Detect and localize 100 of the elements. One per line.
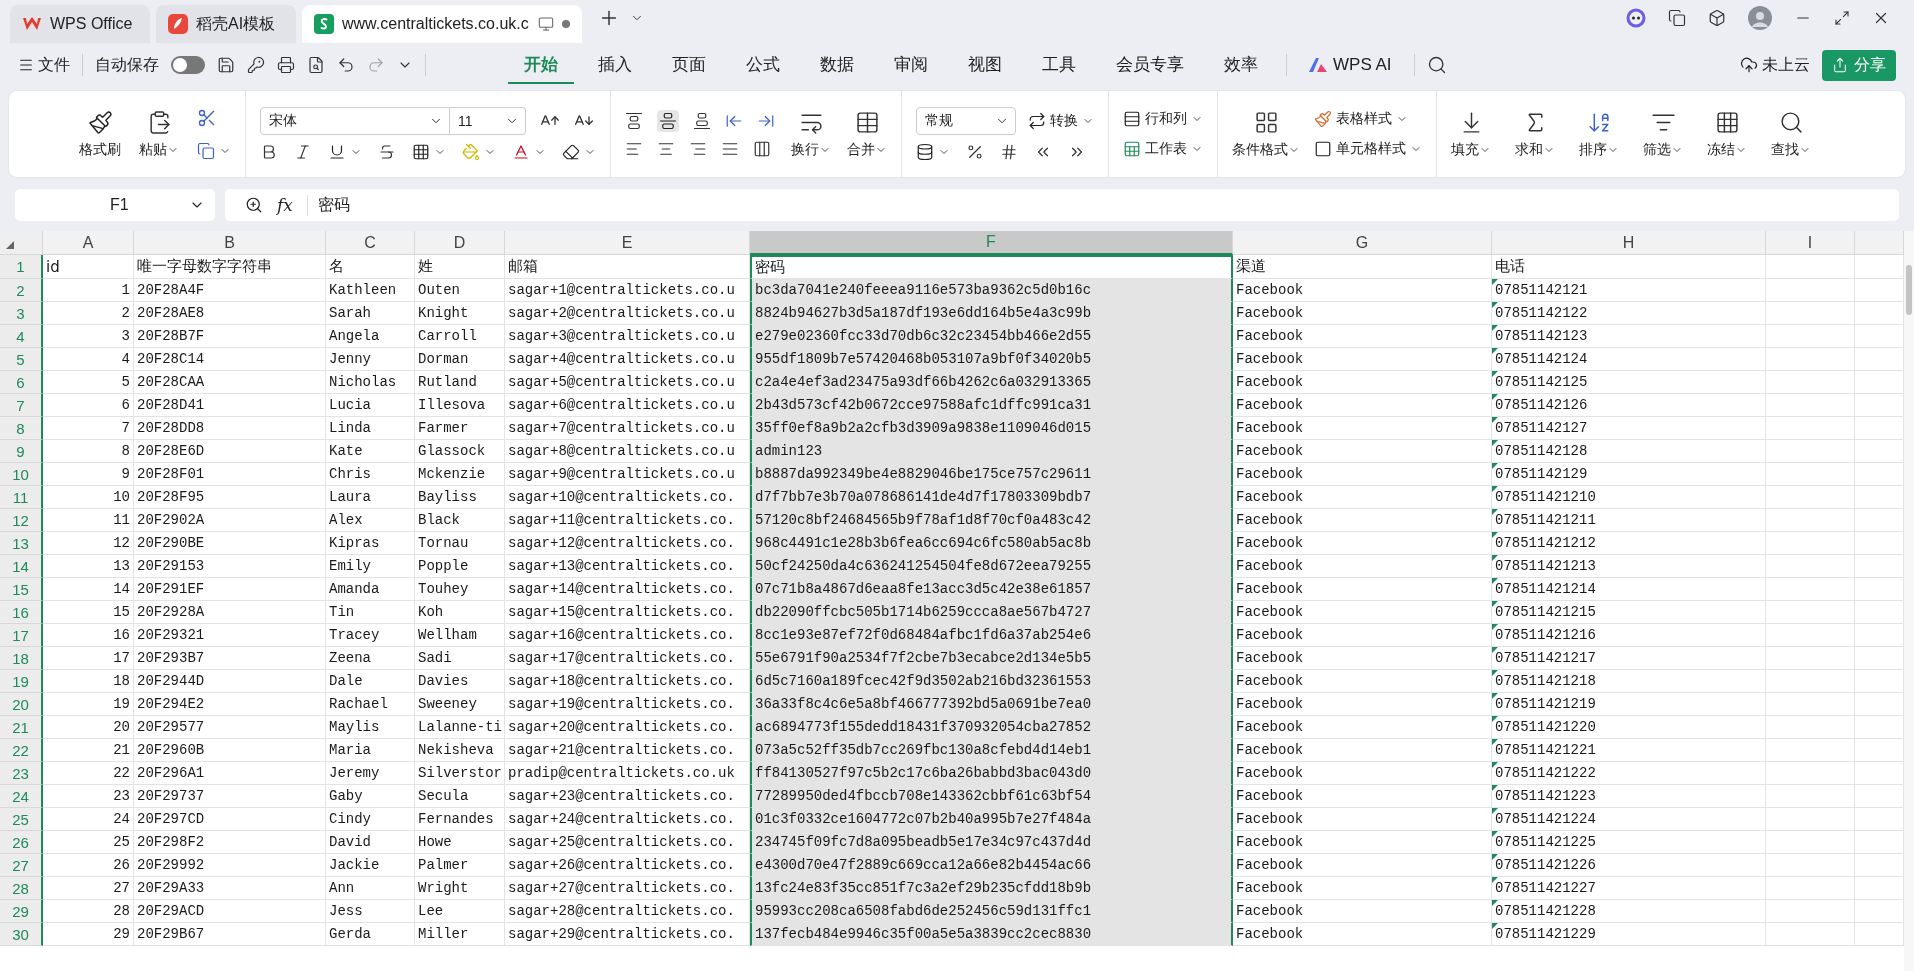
wrap-text-button[interactable]: 换行 <box>791 109 831 159</box>
ribbon-tab[interactable]: 插入 <box>582 46 648 84</box>
table-style-button[interactable]: 表格样式 <box>1314 110 1408 128</box>
ribbon-tab[interactable]: 页面 <box>656 46 722 84</box>
toolbar-button[interactable]: 查找 <box>1771 109 1811 159</box>
column-header[interactable]: A <box>43 231 134 255</box>
row-header[interactable]: 27 <box>0 854 43 877</box>
font-name-select[interactable]: 宋体 <box>260 107 450 135</box>
row-header[interactable]: 17 <box>0 624 43 647</box>
row-header[interactable]: 5 <box>0 348 43 371</box>
row-header[interactable]: 18 <box>0 647 43 670</box>
ribbon-tab[interactable]: 会员专享 <box>1100 46 1200 84</box>
borders-button[interactable] <box>412 143 446 161</box>
ribbon-tab[interactable]: 视图 <box>952 46 1018 84</box>
conditional-format-button[interactable]: 条件格式 <box>1232 109 1300 159</box>
scissors-icon[interactable] <box>197 108 217 128</box>
search-icon[interactable] <box>1426 55 1447 75</box>
underline-button[interactable] <box>328 143 362 161</box>
column-header[interactable]: H <box>1492 231 1766 255</box>
document-tab[interactable]: WPS Office <box>10 5 150 43</box>
align-center-icon[interactable] <box>657 140 675 158</box>
italic-icon[interactable] <box>294 143 312 161</box>
copy-button[interactable] <box>197 142 231 160</box>
number-format-select[interactable]: 常规 <box>916 107 1016 135</box>
formula-field[interactable]: fx 密码 <box>225 189 1899 221</box>
toolbar-button[interactable]: 排序 <box>1579 109 1619 159</box>
convert-button[interactable]: 转换 <box>1028 112 1094 130</box>
row-header[interactable]: 13 <box>0 532 43 555</box>
toolbar-button[interactable]: 填充 <box>1451 109 1491 159</box>
ribbon-tab[interactable]: 效率 <box>1208 46 1274 84</box>
column-header[interactable]: G <box>1233 231 1492 255</box>
row-header[interactable]: 7 <box>0 394 43 417</box>
percent-icon[interactable] <box>966 143 984 161</box>
ribbon-tab[interactable]: 工具 <box>1026 46 1092 84</box>
row-header[interactable]: 26 <box>0 831 43 854</box>
row-header[interactable]: 23 <box>0 762 43 785</box>
avatar-icon[interactable] <box>1748 5 1772 30</box>
align-top-icon[interactable] <box>625 112 643 130</box>
scrollbar[interactable] <box>1904 231 1914 971</box>
row-header[interactable]: 2 <box>0 279 43 302</box>
row-header[interactable]: 6 <box>0 371 43 394</box>
row-header[interactable]: 8 <box>0 417 43 440</box>
autosave-toggle[interactable] <box>171 56 205 74</box>
row-header[interactable]: 29 <box>0 900 43 923</box>
scrollbar-thumb[interactable] <box>1906 265 1912 315</box>
select-all-button[interactable] <box>0 231 43 255</box>
row-header[interactable]: 22 <box>0 739 43 762</box>
column-header[interactable]: C <box>326 231 415 255</box>
share-button[interactable]: 分享 <box>1822 49 1896 81</box>
ribbon-tab[interactable]: 审阅 <box>878 46 944 84</box>
cell-style-button[interactable]: 单元格样式 <box>1314 140 1422 158</box>
merge-button[interactable]: 合并 <box>847 109 887 159</box>
row-header[interactable]: 11 <box>0 486 43 509</box>
row-header[interactable]: 20 <box>0 693 43 716</box>
column-header[interactable]: I <box>1766 231 1855 255</box>
format-painter-button[interactable]: 格式刷 <box>79 109 121 159</box>
wps-ai-button[interactable]: WPS AI <box>1299 55 1402 75</box>
increase-indent-icon[interactable] <box>757 112 775 130</box>
row-header[interactable]: 10 <box>0 463 43 486</box>
undo-icon[interactable] <box>337 56 355 74</box>
paste-button[interactable]: 粘贴 <box>139 109 179 159</box>
font-size-select[interactable]: 11 <box>450 107 526 135</box>
decrease-indent-icon[interactable] <box>725 112 743 130</box>
column-header[interactable]: D <box>415 231 505 255</box>
row-header[interactable]: 19 <box>0 670 43 693</box>
toolbar-button[interactable]: 求和 <box>1515 109 1555 159</box>
strikethrough-icon[interactable] <box>378 143 396 161</box>
cloud-upload-button[interactable]: 未上云 <box>1740 54 1810 76</box>
font-color-button[interactable] <box>512 143 546 161</box>
restore-icon[interactable] <box>1834 9 1850 26</box>
ribbon-tab[interactable]: 公式 <box>730 46 796 84</box>
row-header[interactable]: 3 <box>0 302 43 325</box>
currency-button[interactable] <box>916 143 950 161</box>
row-header[interactable]: 21 <box>0 716 43 739</box>
ribbon-tab[interactable]: 开始 <box>508 46 574 84</box>
save-icon[interactable] <box>217 56 235 74</box>
align-bottom-icon[interactable] <box>693 112 711 130</box>
document-tab[interactable]: www.centraltickets.co.uk.c <box>302 5 582 43</box>
row-header[interactable]: 24 <box>0 785 43 808</box>
row-header[interactable]: 25 <box>0 808 43 831</box>
row-header[interactable]: 28 <box>0 877 43 900</box>
toolbar-button[interactable]: 冻结 <box>1707 109 1747 159</box>
row-header[interactable]: 12 <box>0 509 43 532</box>
row-header[interactable]: 30 <box>0 923 43 946</box>
rows-columns-button[interactable]: 行和列 <box>1123 110 1203 128</box>
row-header[interactable]: 15 <box>0 578 43 601</box>
ribbon-tab[interactable]: 数据 <box>804 46 870 84</box>
toolbar-button[interactable]: 筛选 <box>1643 109 1683 159</box>
justify-icon[interactable] <box>721 140 739 158</box>
cube-icon[interactable] <box>1708 8 1726 27</box>
worksheet-button[interactable]: 工作表 <box>1123 140 1203 158</box>
function-label[interactable]: fx <box>277 195 293 215</box>
key-icon[interactable] <box>247 56 265 74</box>
file-menu[interactable]: 文件 <box>18 54 70 76</box>
fill-color-button[interactable] <box>462 143 496 161</box>
document-tab[interactable]: 稻壳AI模板 <box>156 5 296 43</box>
row-header[interactable]: 4 <box>0 325 43 348</box>
column-header[interactable]: B <box>134 231 326 255</box>
align-middle-button[interactable] <box>657 110 679 132</box>
column-header[interactable]: E <box>505 231 750 255</box>
